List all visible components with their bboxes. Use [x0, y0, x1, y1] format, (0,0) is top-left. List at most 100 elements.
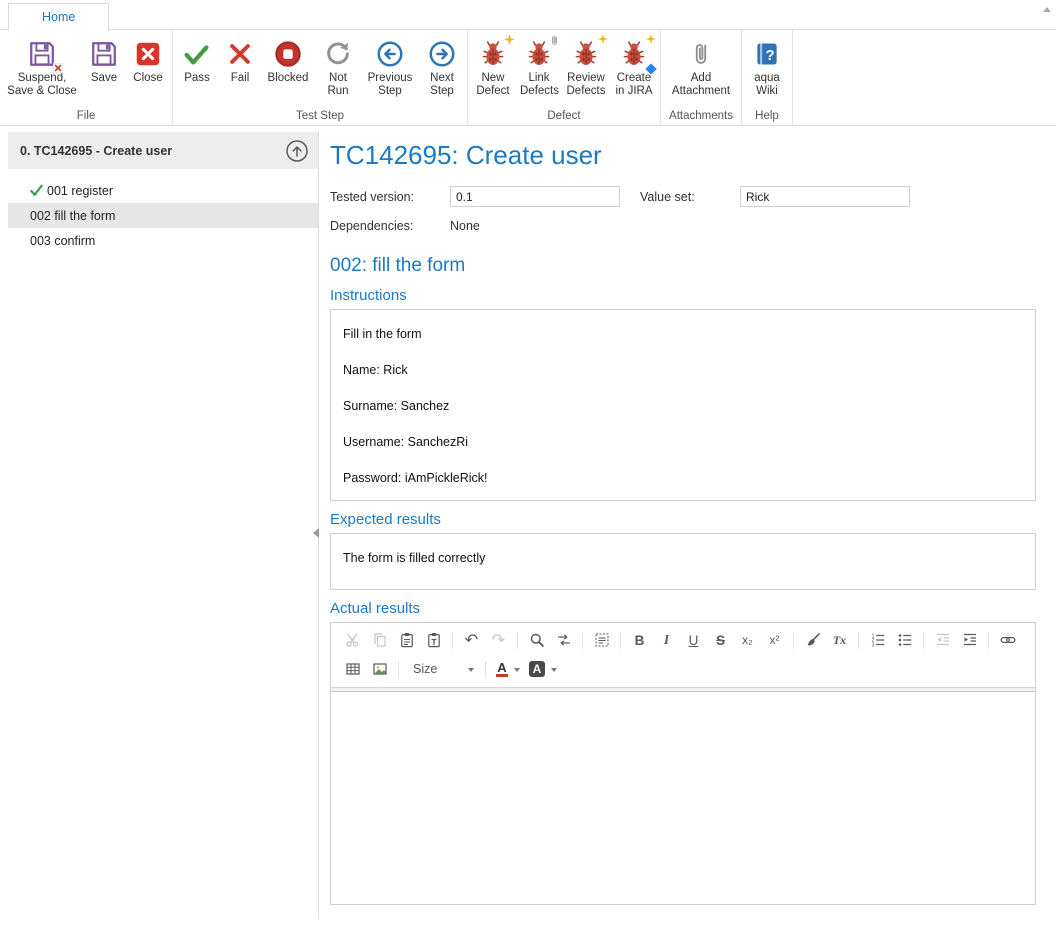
italic-button[interactable]: I	[653, 628, 680, 652]
save-button[interactable]: Save	[82, 34, 126, 88]
close-badge-icon	[53, 63, 63, 73]
underline-button[interactable]: U	[680, 628, 707, 652]
previous-step-button[interactable]: Previous Step	[361, 34, 419, 101]
insert-image-icon[interactable]	[366, 657, 393, 681]
link-icon[interactable]	[994, 628, 1021, 652]
value-set-input[interactable]	[740, 186, 910, 207]
tab-home[interactable]: Home	[8, 3, 109, 31]
next-step-icon	[425, 37, 459, 71]
cut-icon[interactable]	[339, 628, 366, 652]
test-case-header-label: 0. TC142695 - Create user	[20, 144, 172, 158]
suspend-save-close-icon	[25, 37, 59, 71]
instructions-label: Instructions	[330, 287, 1036, 304]
step-item-label: 002 fill the form	[30, 209, 115, 223]
step-item-002-fill-the-form[interactable]: 002 fill the form	[8, 203, 318, 228]
dependencies-label: Dependencies:	[330, 219, 450, 233]
step-item-label: 001 register	[47, 184, 113, 198]
splitter-collapse-handle[interactable]	[313, 528, 319, 538]
actual-results-label: Actual results	[330, 600, 1036, 617]
add-attachment-button[interactable]: Add Attachment	[663, 34, 739, 101]
subscript-button[interactable]: x₂	[734, 628, 761, 652]
bold-button[interactable]: B	[626, 628, 653, 652]
toolbar-separator	[582, 632, 583, 649]
undo-icon[interactable]: ↶	[458, 628, 485, 652]
chevron-down-icon	[468, 668, 474, 675]
ribbon-group-label: Attachments	[661, 109, 741, 125]
button-label: Pass	[184, 72, 210, 85]
create-in-jira-icon	[617, 37, 651, 71]
decrease-indent-icon[interactable]	[929, 628, 956, 652]
font-size-label: Size	[413, 662, 462, 676]
button-label: Blocked	[268, 72, 309, 85]
next-step-button[interactable]: Next Step	[419, 34, 465, 101]
step-list: 001 register 002 fill the form 003 confi…	[8, 178, 318, 253]
instruction-line: Username: SanchezRi	[343, 434, 1023, 450]
not-run-button[interactable]: Not Run	[315, 34, 361, 101]
ribbon-group-defect: New Defect Link Defects Review Defects	[468, 30, 661, 125]
find-icon[interactable]	[523, 628, 550, 652]
actual-results-editor: ↶ ↷ B I U S x₂ x² Tx	[330, 622, 1036, 905]
instructions-box: Fill in the form Name: Rick Surname: San…	[330, 309, 1036, 501]
numbered-list-icon[interactable]	[864, 628, 891, 652]
paste-icon[interactable]	[393, 628, 420, 652]
select-all-icon[interactable]	[588, 628, 615, 652]
button-label: Close	[133, 72, 162, 85]
add-attachment-icon	[684, 37, 718, 71]
background-color-button[interactable]: A	[525, 657, 561, 681]
fail-icon	[223, 37, 257, 71]
remove-format-button[interactable]: Tx	[826, 628, 853, 652]
button-label: Review Defects	[566, 72, 606, 98]
strikethrough-button[interactable]: S	[707, 628, 734, 652]
blocked-button[interactable]: Blocked	[261, 34, 315, 88]
button-label: Next Step	[423, 72, 461, 98]
step-item-001-register[interactable]: 001 register	[8, 178, 318, 203]
passed-check-icon	[30, 184, 47, 197]
paste-plain-text-icon[interactable]	[420, 628, 447, 652]
increase-indent-icon[interactable]	[956, 628, 983, 652]
blocked-icon	[271, 37, 305, 71]
close-icon	[131, 37, 165, 71]
dependencies-value: None	[450, 219, 480, 233]
text-color-button[interactable]: A	[491, 657, 525, 681]
scrollbar-up-icon[interactable]	[1043, 3, 1051, 12]
button-label: Previous Step	[365, 72, 415, 98]
copy-icon[interactable]	[366, 628, 393, 652]
toolbar-separator	[858, 632, 859, 649]
suspend-save-close-button[interactable]: Suspend, Save & Close	[2, 34, 82, 101]
tested-version-input[interactable]	[450, 186, 620, 207]
link-defects-button[interactable]: Link Defects	[516, 34, 562, 101]
step-item-003-confirm[interactable]: 003 confirm	[8, 228, 318, 253]
aqua-wiki-button[interactable]: ? aqua Wiki	[744, 34, 790, 101]
editor-toolbar-row1: ↶ ↷ B I U S x₂ x² Tx	[331, 623, 1035, 655]
pass-button[interactable]: Pass	[175, 34, 219, 88]
button-label: Link Defects	[520, 72, 558, 98]
actual-results-input[interactable]	[331, 692, 1035, 904]
replace-icon[interactable]	[550, 628, 577, 652]
button-label: Save	[91, 72, 117, 85]
button-label: Not Run	[319, 72, 357, 98]
copy-formatting-icon[interactable]	[799, 628, 826, 652]
insert-table-icon[interactable]	[339, 657, 366, 681]
tested-version-label: Tested version:	[330, 190, 450, 204]
superscript-button[interactable]: x²	[761, 628, 788, 652]
toolbar-separator	[452, 632, 453, 649]
ribbon-group-test-step: Pass Fail Blocked	[173, 30, 468, 125]
close-button[interactable]: Close	[126, 34, 170, 88]
ribbon-group-label: Test Step	[173, 109, 467, 125]
create-in-jira-button[interactable]: Create in JIRA	[610, 34, 658, 101]
review-defects-button[interactable]: Review Defects	[562, 34, 610, 101]
bulleted-list-icon[interactable]	[891, 628, 918, 652]
instruction-line: Fill in the form	[343, 326, 1023, 342]
new-defect-button[interactable]: New Defect	[470, 34, 516, 101]
ribbon-group-help: ? aqua Wiki Help	[742, 30, 793, 125]
font-size-dropdown[interactable]: Size	[404, 658, 480, 680]
editor-toolbar-row2: Size A A	[331, 655, 1035, 687]
step-item-label: 003 confirm	[30, 234, 95, 248]
instruction-line: Password: iAmPickleRick!	[343, 470, 1023, 486]
redo-icon[interactable]: ↷	[485, 628, 512, 652]
expected-results-label: Expected results	[330, 511, 1036, 528]
pass-icon	[180, 37, 214, 71]
fail-button[interactable]: Fail	[219, 34, 261, 88]
collapse-up-button[interactable]	[283, 137, 311, 165]
ribbon-tab-bar: Home	[0, 0, 1056, 30]
